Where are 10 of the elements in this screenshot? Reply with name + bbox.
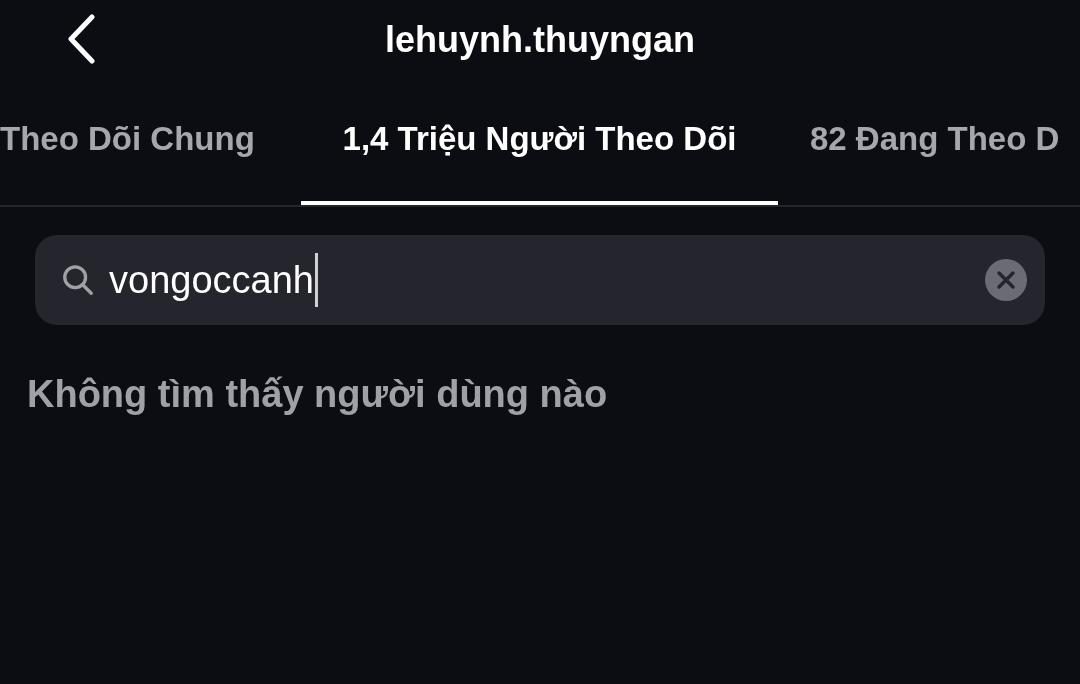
clear-icon[interactable] bbox=[985, 259, 1027, 301]
tab[interactable]: Theo Dõi Chung bbox=[0, 80, 301, 205]
tab[interactable]: 1,4 Triệu Người Theo Dõi bbox=[301, 80, 778, 205]
back-icon[interactable] bbox=[66, 14, 96, 64]
search-field[interactable]: vongoccanh bbox=[35, 235, 1045, 325]
search-icon bbox=[61, 263, 95, 297]
empty-message: Không tìm thấy người dùng nào bbox=[27, 373, 609, 416]
search-query: vongoccanh bbox=[109, 258, 314, 302]
profile-username: lehuynh.thuyngan bbox=[385, 19, 695, 61]
tab[interactable]: 82 Đang Theo D bbox=[778, 80, 1080, 205]
